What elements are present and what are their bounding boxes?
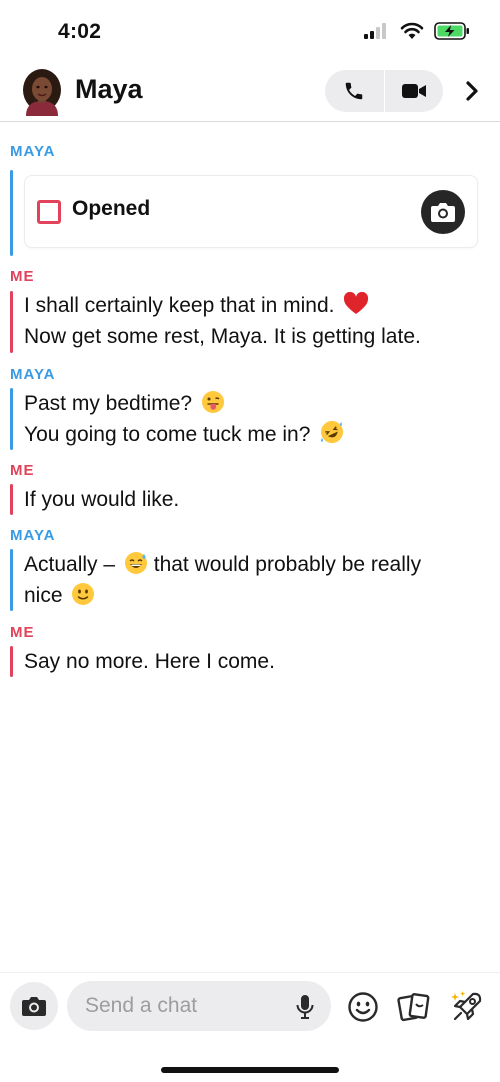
rolling-laughing-emoji <box>319 419 345 454</box>
video-call-button[interactable] <box>385 70 444 112</box>
camera-icon <box>431 203 455 222</box>
chat-input[interactable] <box>85 981 285 1031</box>
message-text: If you would like. <box>24 488 180 511</box>
sender-label: MAYA <box>10 143 56 160</box>
message-text: Now get some rest, Maya. It is getting l… <box>24 325 421 348</box>
message-text: Past my bedtime? <box>24 388 484 423</box>
slight-smile-emoji <box>71 582 95 615</box>
message-text-line: that would probably be really <box>153 553 422 576</box>
home-indicator <box>161 1067 339 1073</box>
emoji-button[interactable] <box>346 990 380 1024</box>
phone-call-icon <box>346 82 363 100</box>
message-bar <box>10 291 13 353</box>
message-bar <box>10 549 13 611</box>
reply-camera-button[interactable] <box>421 190 465 234</box>
opened-snap-icon <box>37 200 61 224</box>
message-text: You going to come tuck me in? <box>24 419 484 454</box>
message-bar <box>10 170 13 256</box>
chat-input-container <box>67 981 331 1031</box>
snap-message[interactable]: Opened <box>24 175 478 248</box>
smiley-icon <box>348 992 378 1022</box>
voice-call-button[interactable] <box>325 70 384 112</box>
snap-status: Opened <box>72 197 151 220</box>
message-text: I shall certainly keep that in mind. <box>24 290 484 325</box>
wifi-icon <box>400 22 424 39</box>
composer-bar <box>0 972 500 1082</box>
message-text: Say no more. Here I come. <box>24 650 275 673</box>
games-button[interactable] <box>450 990 484 1024</box>
status-icons <box>364 22 470 40</box>
sender-label: MAYA <box>10 366 56 383</box>
message-text-line: nice <box>24 584 63 607</box>
rocket-icon <box>451 991 482 1021</box>
microphone-button[interactable] <box>295 994 315 1020</box>
message-bar <box>10 484 13 515</box>
message-text-line: I shall certainly keep that in mind. <box>24 294 335 317</box>
video-call-icon <box>401 84 426 98</box>
cellular-signal-icon <box>364 23 386 39</box>
more-button[interactable] <box>460 77 484 105</box>
sender-label: ME <box>10 462 35 479</box>
camera-icon <box>22 997 46 1016</box>
call-buttons <box>325 70 443 112</box>
stickers-icon <box>397 993 430 1022</box>
status-time: 4:02 <box>58 20 102 43</box>
sender-label: ME <box>10 268 35 285</box>
message-text-line: You going to come tuck me in? <box>24 423 311 446</box>
avatar[interactable] <box>20 68 64 116</box>
message-text: Actually – that would probably be really <box>24 549 484 584</box>
message-text: nice <box>24 580 484 615</box>
message-text-line: Past my bedtime? <box>24 392 193 415</box>
chat-header: Maya <box>0 64 500 122</box>
sender-label: ME <box>10 624 35 641</box>
message-bar <box>10 388 13 450</box>
message-bar <box>10 646 13 677</box>
sender-label: MAYA <box>10 527 56 544</box>
microphone-icon <box>296 995 314 1019</box>
battery-charging-icon <box>434 22 469 40</box>
message-text-line: Actually – <box>24 553 116 576</box>
contact-name[interactable]: Maya <box>75 74 143 105</box>
chevron-right-icon <box>466 81 478 101</box>
stickers-button[interactable] <box>397 990 431 1024</box>
status-bar: 4:02 <box>0 0 500 64</box>
camera-button[interactable] <box>10 982 58 1030</box>
